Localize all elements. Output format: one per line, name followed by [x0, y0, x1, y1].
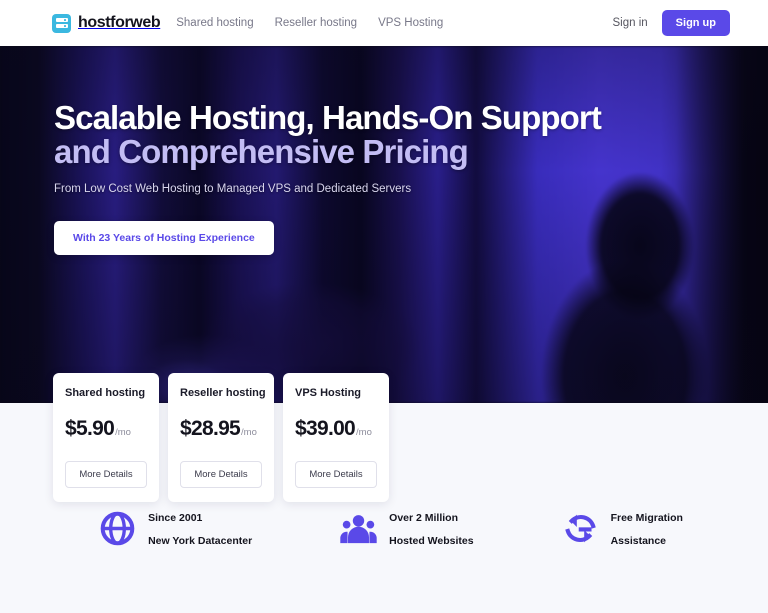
- feature-line-1: Over 2 Million: [389, 512, 459, 524]
- card-price-row: $28.95 /mo: [180, 417, 262, 441]
- nav-item-vps-hosting[interactable]: VPS Hosting: [378, 17, 443, 29]
- card-price: $28.95: [180, 417, 241, 440]
- card-title: Reseller hosting: [180, 387, 266, 399]
- site-header: hostforweb Shared hosting Reseller hosti…: [0, 0, 768, 46]
- card-period: /mo: [241, 427, 257, 438]
- pricing-cards: Shared hosting $5.90 /mo More Details Re…: [53, 373, 389, 502]
- card-period: /mo: [356, 427, 372, 438]
- feature-line-2: New York Datacenter: [148, 535, 253, 548]
- hero-headline-line1: Scalable Hosting, Hands-On Support: [54, 99, 602, 136]
- card-period: /mo: [115, 427, 131, 438]
- sync-icon: [562, 510, 599, 547]
- nav-item-reseller-hosting[interactable]: Reseller hosting: [275, 17, 357, 29]
- feature-free-migration: Free Migration Assistance: [562, 505, 683, 551]
- pricing-card-vps-hosting[interactable]: VPS Hosting $39.00 /mo More Details: [283, 373, 389, 502]
- card-title: Shared hosting: [65, 387, 146, 399]
- more-details-button[interactable]: More Details: [180, 461, 262, 488]
- hero-cta-button[interactable]: With 23 Years of Hosting Experience: [54, 220, 274, 255]
- feature-line-1: Free Migration: [610, 512, 683, 524]
- hero-subtitle: From Low Cost Web Hosting to Managed VPS…: [54, 182, 412, 195]
- card-price-row: $5.90 /mo: [65, 417, 147, 441]
- sign-up-button[interactable]: Sign up: [661, 10, 730, 36]
- more-details-button[interactable]: More Details: [295, 461, 377, 488]
- people-icon: [340, 510, 377, 547]
- feature-text: Over 2 Million Hosted Websites: [389, 505, 473, 551]
- feature-text: Since 2001 New York Datacenter: [148, 505, 252, 551]
- card-price-row: $39.00 /mo: [295, 417, 377, 441]
- feature-since-2001: Since 2001 New York Datacenter: [99, 505, 252, 551]
- feature-line-2: Assistance: [610, 535, 667, 548]
- more-details-button[interactable]: More Details: [65, 461, 147, 488]
- sign-in-link[interactable]: Sign in: [613, 17, 648, 29]
- auth-actions: Sign in Sign up: [613, 10, 730, 36]
- card-price: $5.90: [65, 417, 115, 440]
- feature-text: Free Migration Assistance: [611, 505, 683, 551]
- feature-line-1: Since 2001: [148, 512, 203, 524]
- hero-headline-line2: and Comprehensive Pricing: [54, 132, 469, 170]
- feature-hosted-websites: Over 2 Million Hosted Websites: [340, 505, 474, 551]
- hero-section: Scalable Hosting, Hands-On Support and C…: [0, 46, 768, 403]
- card-title: VPS Hosting: [295, 387, 362, 399]
- feature-strip: Since 2001 New York Datacenter Over 2 Mi…: [0, 505, 768, 551]
- nav-item-shared-hosting[interactable]: Shared hosting: [176, 17, 253, 29]
- main-nav: Shared hosting Reseller hosting VPS Host…: [176, 17, 443, 29]
- hero-content: Scalable Hosting, Hands-On Support and C…: [0, 46, 768, 255]
- logo[interactable]: hostforweb: [52, 13, 161, 33]
- logo-text: hostforweb: [78, 14, 161, 31]
- pricing-card-shared-hosting[interactable]: Shared hosting $5.90 /mo More Details: [53, 373, 159, 502]
- server-icon: [52, 13, 71, 33]
- pricing-card-reseller-hosting[interactable]: Reseller hosting $28.95 /mo More Details: [168, 373, 274, 502]
- globe-icon: [99, 510, 136, 547]
- card-price: $39.00: [295, 417, 356, 440]
- feature-line-2: Hosted Websites: [389, 535, 474, 548]
